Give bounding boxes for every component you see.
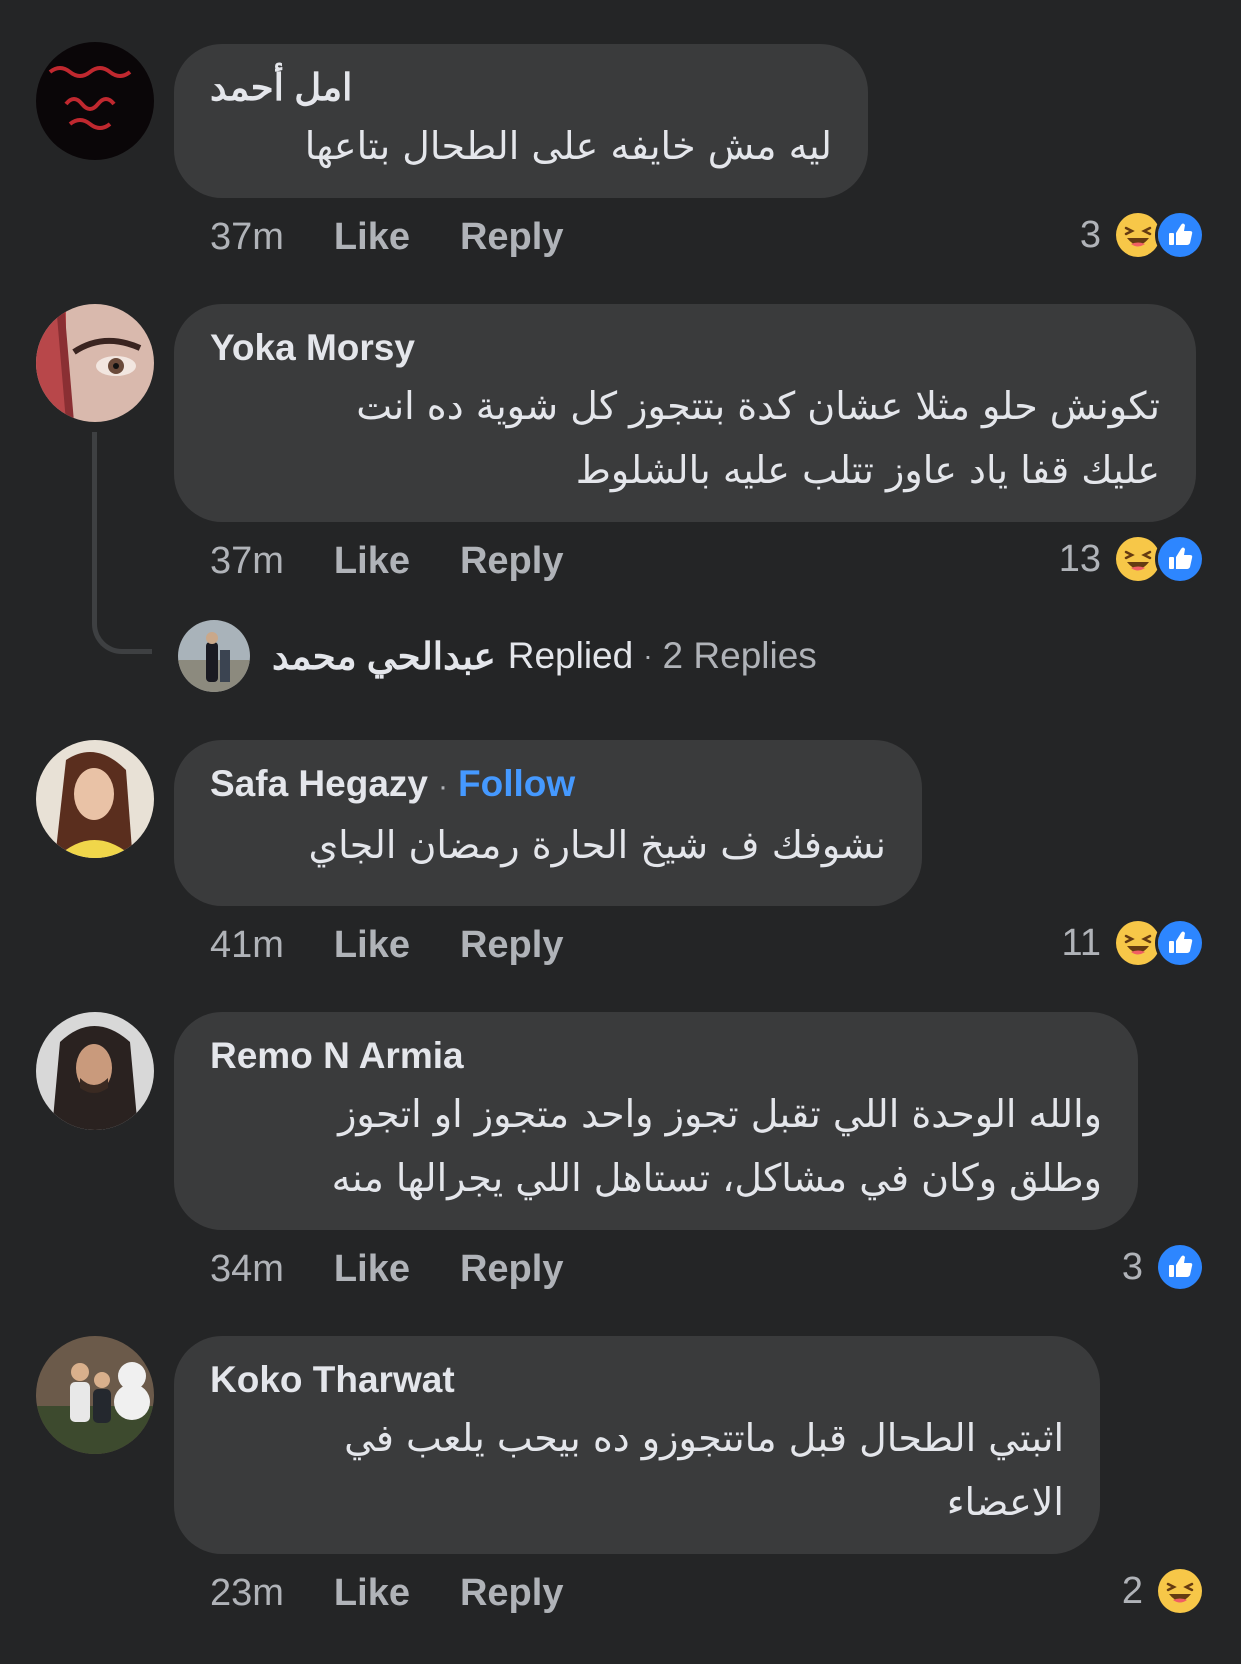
reaction-count: 3: [1079, 213, 1101, 256]
reaction-icons: [1155, 1242, 1205, 1292]
reply-avatar: [178, 620, 250, 692]
comment-time[interactable]: 34m: [210, 1248, 284, 1291]
like-icon: [1155, 534, 1205, 584]
haha-icon: [1155, 1566, 1205, 1616]
comment-author[interactable]: Yoka Morsy: [210, 326, 1160, 370]
view-replies-link[interactable]: عبدالحي محمد Replied · 2 Replies: [178, 620, 817, 692]
author-name[interactable]: Safa Hegazy: [210, 763, 428, 804]
comment-bubble: امل أحمد ليه مش خايفه على الطحال بتاعها: [174, 44, 868, 198]
reply-count: 2 Replies: [662, 635, 817, 676]
comment-line: ليه مش خايفه على الطحال بتاعها: [304, 124, 832, 168]
avatar-image: [36, 1012, 154, 1130]
reaction-icons: [1155, 1566, 1205, 1616]
comment-text: تكونش حلو مثلا عشان كدة بتتجوز كل شوية د…: [210, 374, 1160, 502]
reaction-summary[interactable]: 2: [1122, 1564, 1205, 1618]
comment-author[interactable]: امل أحمد: [210, 66, 832, 110]
reply-button[interactable]: Reply: [460, 924, 563, 967]
replied-label: Replied: [507, 635, 634, 676]
separator: ·: [643, 640, 653, 671]
comment-actions: 23m Like Reply: [210, 1568, 613, 1618]
comment-bubble: Remo N Armia والله الوحدة اللي تقبل تجوز…: [174, 1012, 1138, 1230]
reaction-summary[interactable]: 3: [1080, 208, 1205, 262]
comment-bubble: Yoka Morsy تكونش حلو مثلا عشان كدة بتتجو…: [174, 304, 1196, 522]
like-button[interactable]: Like: [334, 540, 410, 583]
follow-button[interactable]: Follow: [458, 763, 575, 804]
reaction-count: 3: [1121, 1245, 1143, 1288]
reply-button[interactable]: Reply: [460, 1572, 563, 1615]
avatar[interactable]: [36, 740, 154, 858]
like-icon: [1155, 918, 1205, 968]
comment-bubble: Safa Hegazy · Follow نشوفك ف شيخ الحارة رم…: [174, 740, 922, 906]
avatar[interactable]: [36, 1012, 154, 1130]
avatar-image: [36, 1336, 154, 1454]
avatar[interactable]: [36, 1336, 154, 1454]
comment-line: وطلق وكان في مشاكل، تستاهل اللي يجرالها …: [331, 1156, 1102, 1200]
comment-actions: 37m Like Reply: [210, 536, 613, 586]
reply-button[interactable]: Reply: [460, 540, 563, 583]
like-button[interactable]: Like: [334, 216, 410, 259]
reaction-summary[interactable]: 3: [1122, 1240, 1205, 1294]
comment-time[interactable]: 37m: [210, 216, 284, 259]
comment-author[interactable]: Remo N Armia: [210, 1034, 1102, 1078]
avatar-image: [36, 42, 154, 160]
like-icon: [1155, 210, 1205, 260]
avatar-image: [36, 740, 154, 858]
reaction-icons: [1113, 534, 1205, 584]
comment-time[interactable]: 37m: [210, 540, 284, 583]
reaction-summary[interactable]: 11: [1062, 916, 1205, 970]
like-button[interactable]: Like: [334, 1248, 410, 1291]
reaction-icons: [1113, 918, 1205, 968]
comment-author[interactable]: Safa Hegazy · Follow: [210, 762, 886, 809]
comment-text: نشوفك ف شيخ الحارة رمضان الجاي: [210, 813, 886, 877]
comment-actions: 37m Like Reply: [210, 212, 613, 262]
like-button[interactable]: Like: [334, 924, 410, 967]
comment-text: ليه مش خايفه على الطحال بتاعها: [210, 114, 832, 178]
comment-text: اثبتي الطحال قبل ماتتجوزو ده بيحب يلعب ف…: [210, 1406, 1064, 1534]
comment-time[interactable]: 41m: [210, 924, 284, 967]
comment-line: نشوفك ف شيخ الحارة رمضان الجاي: [308, 823, 886, 867]
comment-time[interactable]: 23m: [210, 1572, 284, 1615]
comment-line: اثبتي الطحال قبل ماتتجوزو ده بيحب يلعب ف…: [344, 1416, 1064, 1460]
comment-actions: 34m Like Reply: [210, 1244, 613, 1294]
comment-actions: 41m Like Reply: [210, 920, 613, 970]
comment-text: والله الوحدة اللي تقبل تجوز واحد متجوز ا…: [210, 1082, 1102, 1210]
comment-line: تكونش حلو مثلا عشان كدة بتتجوز كل شوية د…: [356, 384, 1160, 428]
reaction-icons: [1113, 210, 1205, 260]
avatar[interactable]: [36, 304, 154, 422]
comment-line: والله الوحدة اللي تقبل تجوز واحد متجوز ا…: [338, 1092, 1102, 1136]
avatar[interactable]: [36, 42, 154, 160]
avatar-image: [178, 620, 250, 692]
like-icon: [1155, 1242, 1205, 1292]
like-button[interactable]: Like: [334, 1572, 410, 1615]
reaction-count: 11: [1061, 921, 1101, 964]
reply-button[interactable]: Reply: [460, 1248, 563, 1291]
thread-line: [92, 432, 152, 654]
comment-line: الاعضاء: [946, 1480, 1064, 1524]
reaction-count: 2: [1121, 1569, 1143, 1612]
comment-bubble: Koko Tharwat اثبتي الطحال قبل ماتتجوزو د…: [174, 1336, 1100, 1554]
reaction-summary[interactable]: 13: [1059, 532, 1205, 586]
comment-line: عليك قفا ياد عاوز تتلب عليه بالشلوط: [575, 448, 1160, 492]
reaction-count: 13: [1058, 537, 1101, 580]
separator: ·: [438, 770, 448, 803]
comment-author[interactable]: Koko Tharwat: [210, 1358, 1064, 1402]
reply-author: عبدالحي محمد: [272, 635, 496, 677]
avatar-image: [36, 304, 154, 422]
reply-button[interactable]: Reply: [460, 216, 563, 259]
